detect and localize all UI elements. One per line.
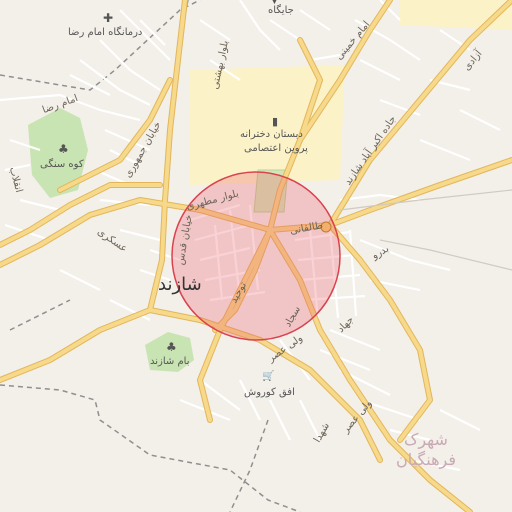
railway-line: [339, 189, 512, 271]
shahrak-label-line2: فرهنگیان: [396, 450, 457, 469]
cross-icon: ✚: [103, 11, 114, 25]
tree-icon: ♣: [166, 340, 177, 354]
shop-icon: 🛒: [262, 371, 275, 382]
search-radius-circle[interactable]: [171, 171, 341, 341]
clinic-label: درمانگاه امام رضا: [68, 27, 143, 38]
school-label-line1: دبستان دخترانه: [240, 129, 303, 140]
school-label-line2: پروین اعتصامی: [244, 143, 308, 154]
ofogh-kourosh-label: افق کوروش: [244, 387, 295, 398]
school-icon: ▮: [272, 115, 279, 128]
tree-icon: ♣: [58, 142, 69, 156]
bam-shazand-label: بام شازند: [150, 356, 190, 367]
poi-label-top: جایگاه: [268, 5, 294, 16]
city-label: شازند: [158, 274, 202, 295]
kuh-sangi-label: کوه سنگی: [40, 159, 84, 170]
shahrak-label-line1: شهرک: [404, 430, 448, 449]
map-view[interactable]: ▼ جایگاه ✚ درمانگاه امام رضا ▮ دبستان دخ…: [0, 0, 512, 512]
